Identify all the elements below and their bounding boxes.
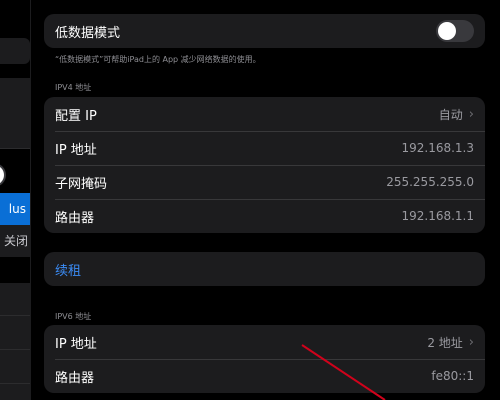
red-arrow-annotation <box>301 344 386 400</box>
